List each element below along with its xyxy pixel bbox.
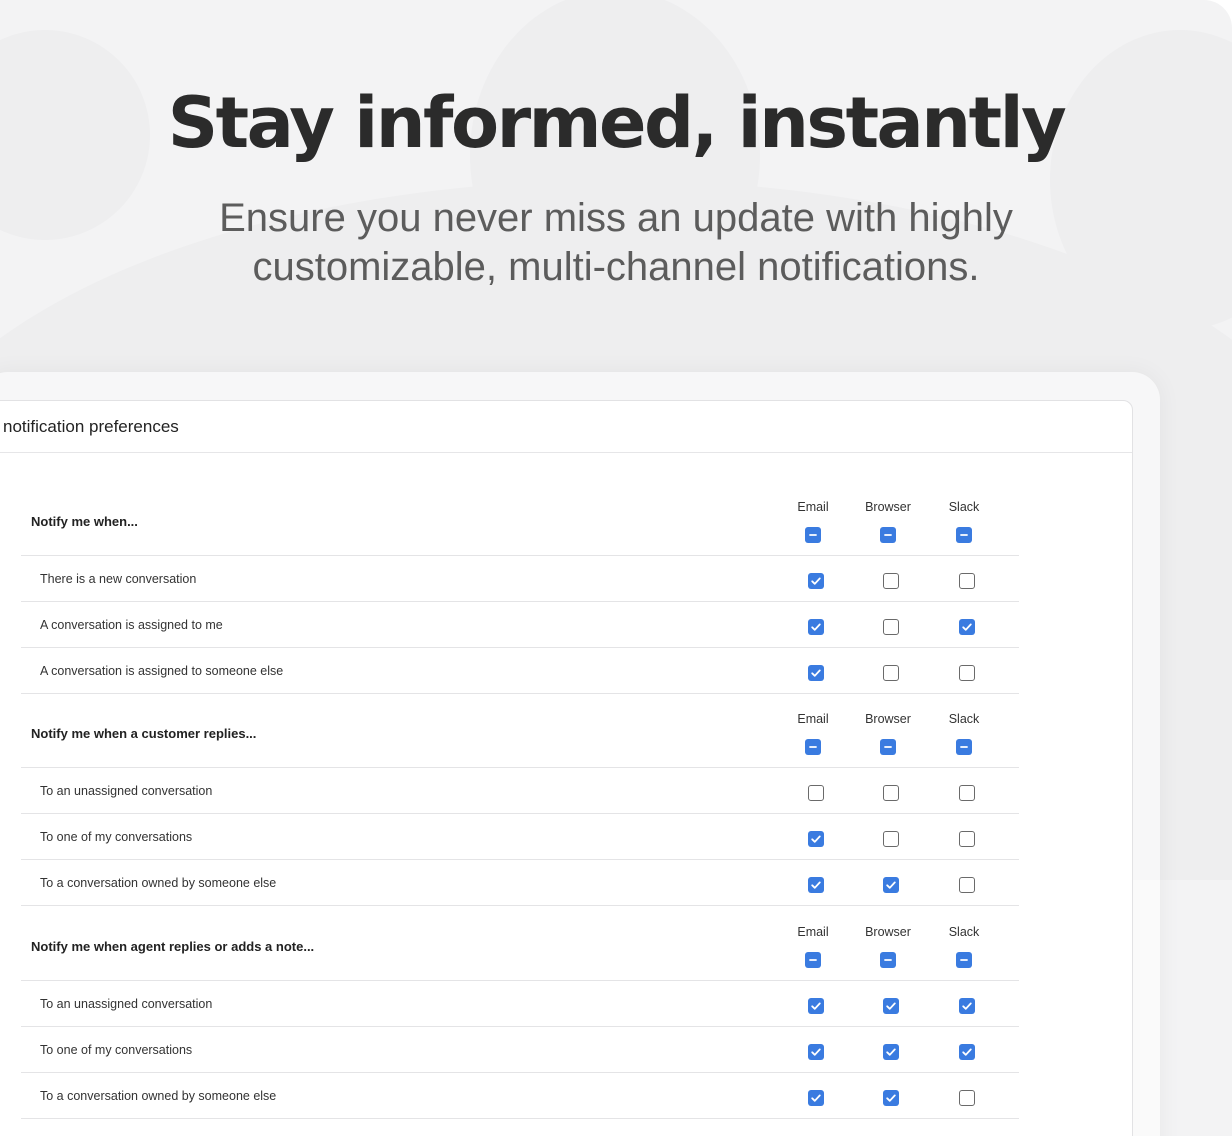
preference-label: To a conversation owned by someone else [40, 876, 277, 890]
checkmark-icon [811, 669, 821, 677]
section-header: Notify me when a customer replies... Emai… [21, 682, 1019, 768]
slack-checkbox[interactable] [959, 877, 975, 893]
preference-label: To one of my conversations [40, 1043, 193, 1057]
preference-label: To an unassigned conversation [40, 997, 213, 1011]
slack-checkbox[interactable] [959, 831, 975, 847]
preference-row: To a conversation owned by someone else [21, 1073, 1019, 1119]
section-header: Notify me when... Email Browser Slack [21, 470, 1019, 556]
checkmark-icon [811, 835, 821, 843]
browser-checkbox[interactable] [883, 1090, 899, 1106]
email-checkbox[interactable] [808, 1044, 824, 1060]
column-header-browser: Browser [865, 500, 911, 514]
preference-label: To a conversation owned by someone else [40, 1089, 277, 1103]
email-checkbox[interactable] [808, 573, 824, 589]
hero-subtitle: Ensure you never miss an update with hig… [219, 196, 1013, 289]
minus-icon [884, 959, 892, 961]
preference-label: There is a new conversation [40, 572, 197, 586]
column-header-slack: Slack [948, 925, 980, 939]
email-checkbox[interactable] [808, 831, 824, 847]
browser-checkbox[interactable] [883, 831, 899, 847]
section-label: Notify me when a customer replies... [31, 726, 257, 741]
checkmark-icon [886, 1094, 896, 1102]
preference-label: To one of my conversations [40, 830, 193, 844]
checkmark-icon [962, 1002, 972, 1010]
minus-icon [884, 534, 892, 536]
preference-section: Notify me when a customer replies... Emai… [21, 682, 1019, 906]
preference-row: To one of my conversations [21, 814, 1019, 860]
preference-label: A conversation is assigned to someone el… [40, 664, 284, 678]
checkmark-icon [962, 623, 972, 631]
checkmark-icon [811, 1094, 821, 1102]
notification-preferences-panel: notification preferences Notify me when.… [0, 400, 1133, 1136]
minus-icon [809, 534, 817, 536]
slack-checkbox[interactable] [959, 998, 975, 1014]
preference-row: A conversation is assigned to me [21, 602, 1019, 648]
preference-section: Notify me when agent replies or adds a n… [21, 895, 1019, 1119]
select-all-browser-checkbox[interactable] [880, 527, 896, 543]
checkmark-icon [886, 1048, 896, 1056]
browser-checkbox[interactable] [883, 665, 899, 681]
column-header-slack: Slack [948, 712, 980, 726]
preference-section: Notify me when... Email Browser Slack There … [21, 470, 1019, 694]
slack-checkbox[interactable] [959, 619, 975, 635]
select-all-browser-checkbox[interactable] [880, 952, 896, 968]
checkmark-icon [811, 881, 821, 889]
email-checkbox[interactable] [808, 665, 824, 681]
preference-row: To one of my conversations [21, 1027, 1019, 1073]
checkmark-icon [962, 1048, 972, 1056]
select-all-slack-checkbox[interactable] [956, 739, 972, 755]
browser-checkbox[interactable] [883, 573, 899, 589]
browser-checkbox[interactable] [883, 877, 899, 893]
slack-checkbox[interactable] [959, 1044, 975, 1060]
panel-header: notification preferences [0, 401, 1132, 453]
column-header-email: Email [797, 712, 829, 726]
preference-row: There is a new conversation [21, 556, 1019, 602]
checkmark-icon [811, 623, 821, 631]
hero-title: Stay informed, instantly [167, 82, 1067, 164]
section-header: Notify me when agent replies or adds a n… [21, 895, 1019, 981]
browser-checkbox[interactable] [883, 619, 899, 635]
minus-icon [884, 746, 892, 748]
select-all-email-checkbox[interactable] [805, 739, 821, 755]
select-all-slack-checkbox[interactable] [956, 527, 972, 543]
section-label: Notify me when... [31, 514, 138, 529]
preference-label: To an unassigned conversation [40, 784, 213, 798]
slack-checkbox[interactable] [959, 785, 975, 801]
minus-icon [960, 534, 968, 536]
email-checkbox[interactable] [808, 877, 824, 893]
minus-icon [960, 746, 968, 748]
preference-row: To an unassigned conversation [21, 981, 1019, 1027]
browser-checkbox[interactable] [883, 785, 899, 801]
column-header-email: Email [797, 500, 829, 514]
slack-checkbox[interactable] [959, 665, 975, 681]
email-checkbox[interactable] [808, 1090, 824, 1106]
column-header-email: Email [797, 925, 829, 939]
minus-icon [809, 746, 817, 748]
section-label: Notify me when agent replies or adds a n… [31, 939, 315, 954]
preference-row: To an unassigned conversation [21, 768, 1019, 814]
slack-checkbox[interactable] [959, 573, 975, 589]
select-all-browser-checkbox[interactable] [880, 739, 896, 755]
select-all-email-checkbox[interactable] [805, 527, 821, 543]
checkmark-icon [811, 1002, 821, 1010]
select-all-slack-checkbox[interactable] [956, 952, 972, 968]
select-all-email-checkbox[interactable] [805, 952, 821, 968]
column-header-browser: Browser [865, 925, 911, 939]
browser-checkbox[interactable] [883, 1044, 899, 1060]
email-checkbox[interactable] [808, 619, 824, 635]
checkmark-icon [886, 1002, 896, 1010]
minus-icon [809, 959, 817, 961]
checkmark-icon [811, 577, 821, 585]
email-checkbox[interactable] [808, 785, 824, 801]
checkmark-icon [811, 1048, 821, 1056]
column-header-slack: Slack [948, 500, 980, 514]
preference-label: A conversation is assigned to me [40, 618, 223, 632]
minus-icon [960, 959, 968, 961]
checkmark-icon [886, 881, 896, 889]
panel-title: notification preferences [3, 417, 179, 436]
email-checkbox[interactable] [808, 998, 824, 1014]
column-header-browser: Browser [865, 712, 911, 726]
slack-checkbox[interactable] [959, 1090, 975, 1106]
browser-checkbox[interactable] [883, 998, 899, 1014]
